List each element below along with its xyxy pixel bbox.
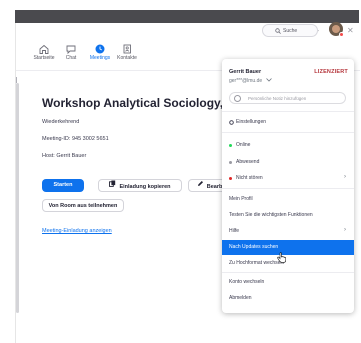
contacts-icon [110, 42, 144, 54]
personal-note-placeholder: Persönliche Notiz hinzufügen [248, 96, 307, 101]
meeting-host: Host: Gerrit Bauer [42, 153, 87, 159]
hand-cursor-icon [277, 250, 287, 268]
meeting-id: Meeting-ID: 945 3002 5651 [42, 136, 109, 142]
menu-item-settings[interactable]: Einstellungen [222, 115, 354, 130]
copy-invitation-label: Einladung kopieren [119, 183, 171, 190]
menu-item-label: Hilfe [229, 228, 240, 234]
emoji-icon [234, 95, 241, 102]
menu-item-label: Mein Profil [229, 196, 253, 202]
join-from-room-button[interactable]: Von Room aus teilnehmen [42, 199, 124, 212]
menu-item-label: Konto wechseln [229, 279, 265, 285]
menu-item-label: Einstellungen [236, 119, 267, 125]
profile-menu: Gerrit Bauer LIZENZIERT ger***@lmu.de Pe… [222, 59, 354, 313]
menu-item-my-profile[interactable]: Mein Profil [222, 192, 354, 207]
profile-email-text: ger***@lmu.de [229, 78, 263, 84]
menu-item-switch-account[interactable]: Konto wechseln [222, 275, 354, 290]
divider [222, 188, 354, 189]
sidebar-scrollbar[interactable] [16, 83, 19, 313]
nav-item-contacts[interactable]: Kontakte [110, 42, 144, 61]
status-away-dot [229, 161, 232, 164]
copy-invitation-button[interactable]: Einladung kopieren [98, 179, 182, 192]
divider [222, 111, 354, 112]
menu-item-portrait-mode[interactable]: Zu Hochformat wechseln [222, 256, 354, 271]
profile-email[interactable]: ger***@lmu.de [229, 78, 272, 84]
close-button[interactable]: ✕ [347, 27, 354, 35]
meeting-recurrence: Wiederkehrend [42, 119, 80, 125]
menu-item-label: Abwesend [236, 159, 260, 165]
pencil-icon [197, 180, 204, 193]
divider [222, 272, 354, 273]
search-label: Suche [283, 28, 298, 34]
menu-item-help[interactable]: Hilfe › [222, 224, 354, 239]
chevron-right-icon: › [344, 227, 346, 233]
menu-item-away[interactable]: Abwesend [222, 155, 354, 170]
show-invitation-link[interactable]: Meeting-Einladung anzeigen [42, 228, 112, 234]
menu-item-check-updates[interactable]: Nach Updates suchen [222, 240, 354, 255]
status-dnd-dot [229, 177, 232, 180]
menu-item-sign-out[interactable]: Abmelden [222, 291, 354, 306]
search-icon [275, 28, 281, 34]
menu-item-label: Abmelden [229, 295, 252, 301]
profile-name: Gerrit Bauer [229, 69, 262, 75]
menu-item-try-features[interactable]: Testen Sie die wichtigsten Funktionen [222, 208, 354, 223]
start-button[interactable]: Starten [42, 179, 84, 192]
menu-item-online[interactable]: Online [222, 138, 354, 153]
join-from-room-label: Von Room aus teilnehmen [48, 203, 118, 209]
search-field[interactable]: Suche [262, 24, 318, 37]
menu-item-label: Testen Sie die wichtigsten Funktionen [229, 212, 313, 218]
start-button-label: Starten [53, 182, 73, 188]
meeting-title: Workshop Analytical Sociology, No [42, 96, 243, 110]
menu-item-label: Online [236, 142, 251, 148]
chevron-right-icon: › [344, 174, 346, 180]
title-bar [15, 10, 359, 23]
gear-icon [229, 120, 234, 125]
chevron-down-icon [266, 78, 272, 84]
menu-item-label: Nach Updates suchen [229, 244, 279, 250]
notification-dot [339, 32, 344, 37]
nav-label: Kontakte [117, 55, 137, 61]
menu-item-label: Nicht stören [236, 175, 263, 181]
personal-note-field[interactable]: Persönliche Notiz hinzufügen [229, 92, 346, 104]
divider [222, 132, 354, 133]
copy-icon [109, 180, 116, 193]
status-online-dot [229, 144, 232, 147]
menu-item-do-not-disturb[interactable]: Nicht stören › [222, 171, 354, 186]
license-badge: LIZENZIERT [314, 69, 348, 75]
